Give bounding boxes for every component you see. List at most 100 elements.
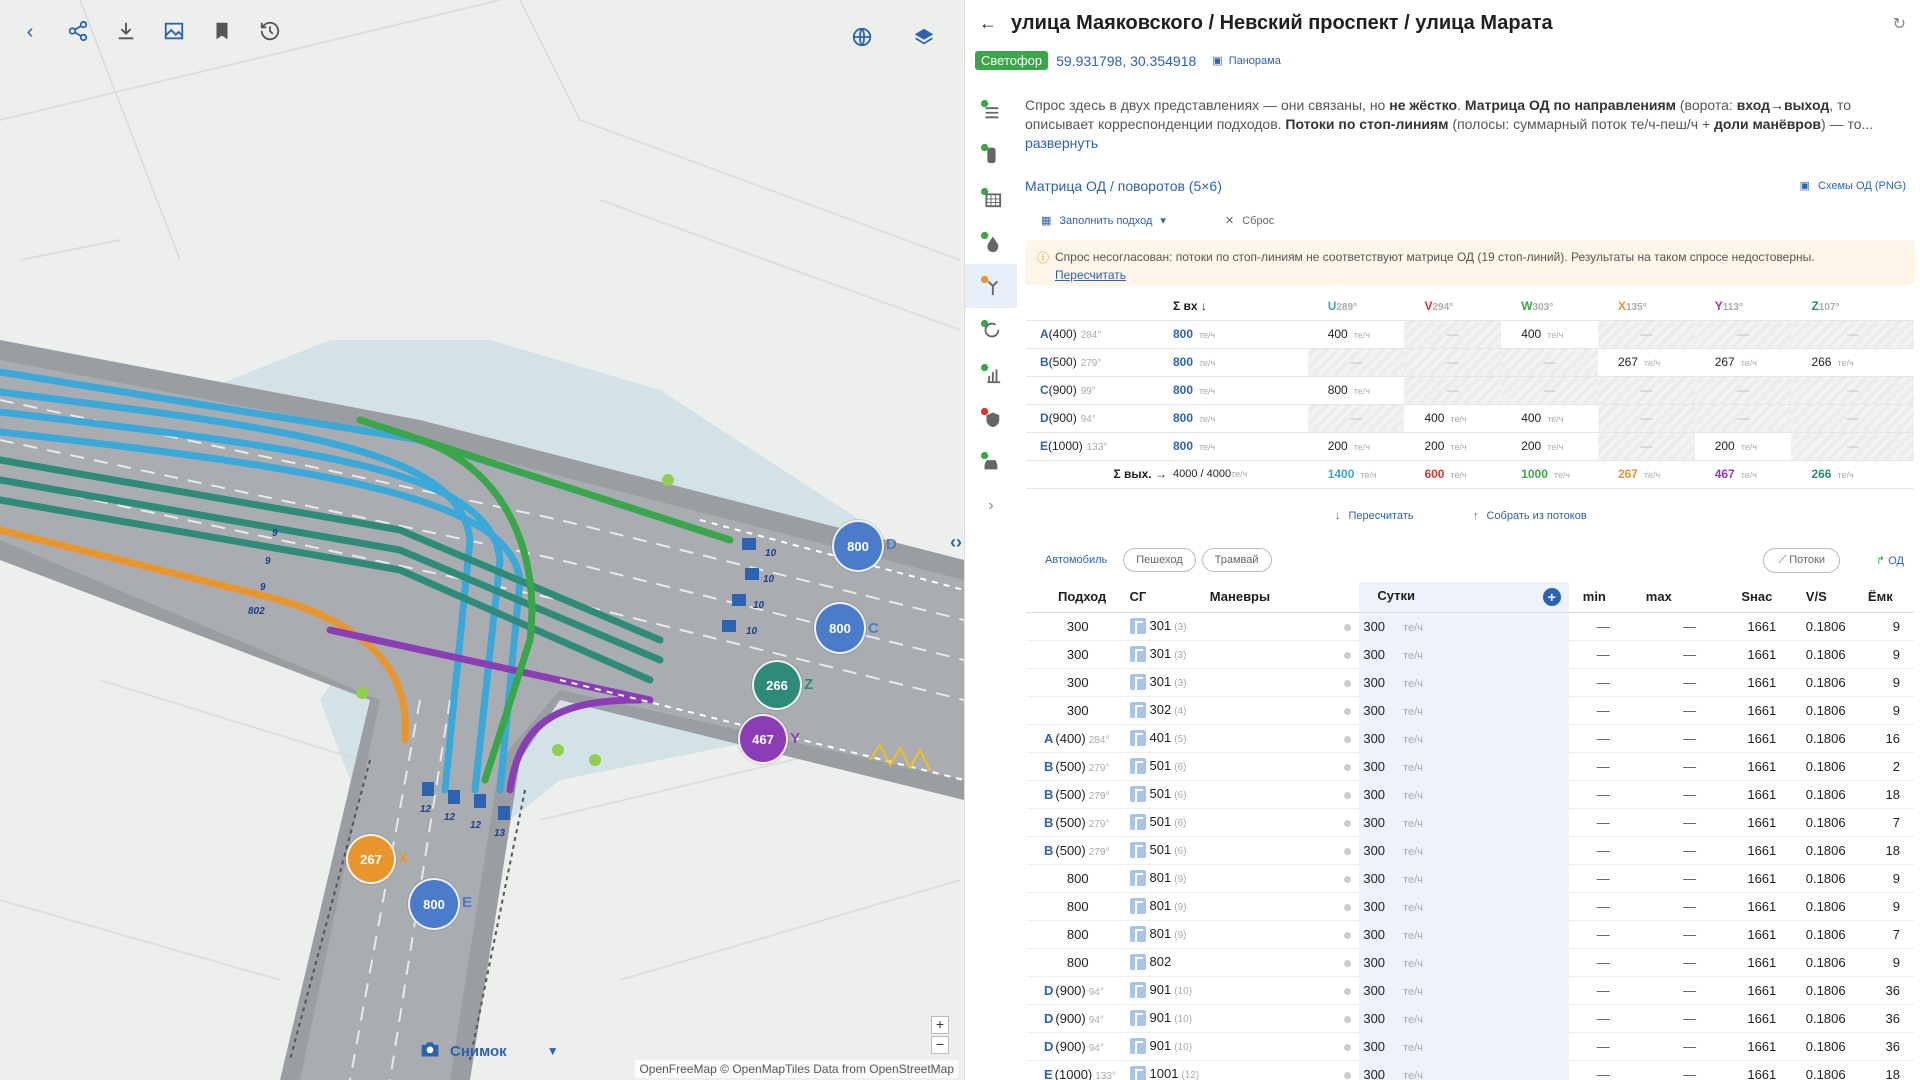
min-cell[interactable]: — bbox=[1568, 640, 1638, 669]
flow-cell[interactable]: 300 те/ч bbox=[1359, 920, 1569, 949]
maneuvers-cell[interactable] bbox=[1209, 752, 1360, 781]
od-col-z[interactable]: Z107° bbox=[1791, 292, 1914, 321]
image-icon[interactable] bbox=[162, 20, 186, 44]
od-cell[interactable]: — bbox=[1597, 320, 1695, 349]
od-cell[interactable]: — bbox=[1404, 376, 1502, 405]
table-row[interactable]: 800 801 (9) 300 те/ч — —1661 0.1806 7 bbox=[1026, 920, 1914, 949]
recalc-button[interactable]: ↓ Пересчитать bbox=[1335, 510, 1414, 522]
col-max[interactable]: max bbox=[1637, 582, 1742, 613]
table-row[interactable]: 800 801 (9) 300 те/ч — —1661 0.1806 9 bbox=[1026, 892, 1914, 921]
min-cell[interactable]: — bbox=[1568, 752, 1638, 781]
max-cell[interactable]: — bbox=[1637, 668, 1742, 697]
min-cell[interactable]: — bbox=[1568, 1004, 1638, 1033]
max-cell[interactable]: — bbox=[1637, 696, 1742, 725]
flow-cell[interactable]: 300 те/ч bbox=[1359, 1032, 1569, 1061]
od-cell[interactable]: — bbox=[1404, 348, 1502, 377]
od-cell[interactable]: 267 те/ч bbox=[1694, 348, 1792, 377]
max-cell[interactable]: — bbox=[1637, 752, 1742, 781]
min-cell[interactable]: — bbox=[1568, 1032, 1638, 1061]
od-cell[interactable]: — bbox=[1694, 320, 1792, 349]
col-vs[interactable]: V/S bbox=[1805, 582, 1868, 613]
approach-bubble-e[interactable]: 800 bbox=[408, 878, 460, 930]
col-day[interactable]: Сутки + bbox=[1359, 582, 1569, 613]
fill-approach-button[interactable]: ▦ Заполнить подход ▾ bbox=[1041, 214, 1166, 228]
flow-cell[interactable]: 300 те/ч bbox=[1359, 612, 1569, 641]
reset-button[interactable]: ✕ Сброс bbox=[1225, 214, 1274, 228]
maneuvers-cell[interactable] bbox=[1209, 640, 1360, 669]
max-cell[interactable]: — bbox=[1637, 640, 1742, 669]
maneuvers-cell[interactable] bbox=[1209, 1004, 1360, 1033]
table-row[interactable]: D (900) 94° 901 (10) 300 те/ч — —1661 0.1806 36 bbox=[1026, 976, 1914, 1005]
od-cell[interactable]: — bbox=[1597, 376, 1695, 405]
flow-cell[interactable]: 300 те/ч bbox=[1359, 948, 1569, 977]
max-cell[interactable]: — bbox=[1637, 808, 1742, 837]
maneuvers-cell[interactable] bbox=[1209, 696, 1360, 725]
flow-cell[interactable]: 300 те/ч bbox=[1359, 724, 1569, 753]
od-cell[interactable]: — bbox=[1791, 432, 1914, 461]
zoom-out-button[interactable]: − bbox=[931, 1036, 949, 1054]
cycle-icon[interactable] bbox=[965, 308, 1017, 352]
min-cell[interactable]: — bbox=[1568, 920, 1638, 949]
maneuvers-cell[interactable] bbox=[1209, 1032, 1360, 1061]
min-cell[interactable]: — bbox=[1568, 836, 1638, 865]
approach-bubble-y[interactable]: 467 bbox=[738, 714, 788, 764]
col-approach[interactable]: Подход bbox=[1026, 582, 1130, 613]
zoom-in-button[interactable]: + bbox=[931, 1016, 949, 1034]
maneuvers-cell[interactable] bbox=[1209, 724, 1360, 753]
min-cell[interactable]: — bbox=[1568, 696, 1638, 725]
routes-icon[interactable] bbox=[965, 264, 1017, 308]
flow-cell[interactable]: 300 те/ч bbox=[1359, 892, 1569, 921]
table-row[interactable]: 300 301 (3) 300 те/ч — —1661 0.1806 9 bbox=[1026, 640, 1914, 669]
maneuvers-cell[interactable] bbox=[1209, 892, 1360, 921]
max-cell[interactable]: — bbox=[1637, 1032, 1742, 1061]
approach-bubble-c[interactable]: 800 bbox=[814, 602, 866, 654]
panorama-button[interactable]: ▣ Панорама bbox=[1212, 54, 1281, 68]
min-cell[interactable]: — bbox=[1568, 780, 1638, 809]
table-row[interactable]: 300 302 (4) 300 те/ч — —1661 0.1806 9 bbox=[1026, 696, 1914, 725]
od-cell[interactable]: — bbox=[1694, 404, 1792, 433]
flow-cell[interactable]: 300 те/ч bbox=[1359, 976, 1569, 1005]
maneuvers-cell[interactable] bbox=[1209, 976, 1360, 1005]
min-cell[interactable]: — bbox=[1568, 864, 1638, 893]
max-cell[interactable]: — bbox=[1637, 892, 1742, 921]
layers-icon[interactable] bbox=[912, 26, 936, 50]
od-cell[interactable]: — bbox=[1501, 376, 1598, 405]
approach-bubble-z[interactable]: 266 bbox=[752, 660, 802, 710]
col-sg[interactable]: СГ bbox=[1129, 582, 1210, 613]
od-cell[interactable]: 266 те/ч bbox=[1791, 348, 1914, 377]
flow-cell[interactable]: 300 те/ч bbox=[1359, 836, 1569, 865]
max-cell[interactable]: — bbox=[1637, 724, 1742, 753]
collapse-panel-icon[interactable]: ‹› bbox=[950, 532, 962, 553]
col-min[interactable]: min bbox=[1568, 582, 1638, 613]
map-view[interactable]: 999 802 10 10 10 10 12 12 12 13 ‹ 800 D 800 C … bbox=[0, 0, 964, 1080]
maneuvers-cell[interactable] bbox=[1209, 948, 1360, 977]
od-cell[interactable]: 800 те/ч bbox=[1307, 376, 1405, 405]
od-cell[interactable]: 400 те/ч bbox=[1404, 404, 1502, 433]
min-cell[interactable]: — bbox=[1568, 1060, 1638, 1080]
car-icon[interactable] bbox=[965, 440, 1017, 484]
traffic-light-icon[interactable] bbox=[965, 132, 1017, 176]
table-row[interactable]: B (500) 279° 501 (6) 300 те/ч — —1661 0.1806 2 bbox=[1026, 752, 1914, 781]
tab-pedestrian[interactable]: Пешеход bbox=[1123, 548, 1196, 572]
min-cell[interactable]: — bbox=[1568, 892, 1638, 921]
table-row[interactable]: E (1000) 133° 1001 (12) 300 те/ч — —1661 0.1806 18 bbox=[1026, 1060, 1914, 1080]
min-cell[interactable]: — bbox=[1568, 724, 1638, 753]
min-cell[interactable]: — bbox=[1568, 808, 1638, 837]
od-cell[interactable]: — bbox=[1694, 376, 1792, 405]
od-cell[interactable]: 400 те/ч bbox=[1307, 320, 1405, 349]
od-col-v[interactable]: V294° bbox=[1404, 292, 1502, 321]
grid-icon[interactable] bbox=[965, 176, 1017, 220]
expand-link[interactable]: развернуть bbox=[1025, 135, 1098, 151]
od-cell[interactable]: — bbox=[1307, 348, 1405, 377]
col-cap[interactable]: Ёмк bbox=[1867, 582, 1914, 613]
table-row[interactable]: D (900) 94° 901 (10) 300 те/ч — —1661 0.1806 36 bbox=[1026, 1004, 1914, 1033]
od-cell[interactable]: 200 те/ч bbox=[1694, 432, 1792, 461]
col-snas[interactable]: Sнас bbox=[1741, 582, 1806, 613]
od-cell[interactable]: — bbox=[1791, 404, 1914, 433]
refresh-icon[interactable]: ↻ bbox=[1893, 14, 1906, 34]
od-cell[interactable]: 267 те/ч bbox=[1597, 348, 1695, 377]
col-maneuvers[interactable]: Маневры bbox=[1209, 582, 1360, 613]
max-cell[interactable]: — bbox=[1637, 1060, 1742, 1080]
maneuvers-cell[interactable] bbox=[1209, 612, 1360, 641]
od-cell[interactable]: 200 те/ч bbox=[1501, 432, 1598, 461]
